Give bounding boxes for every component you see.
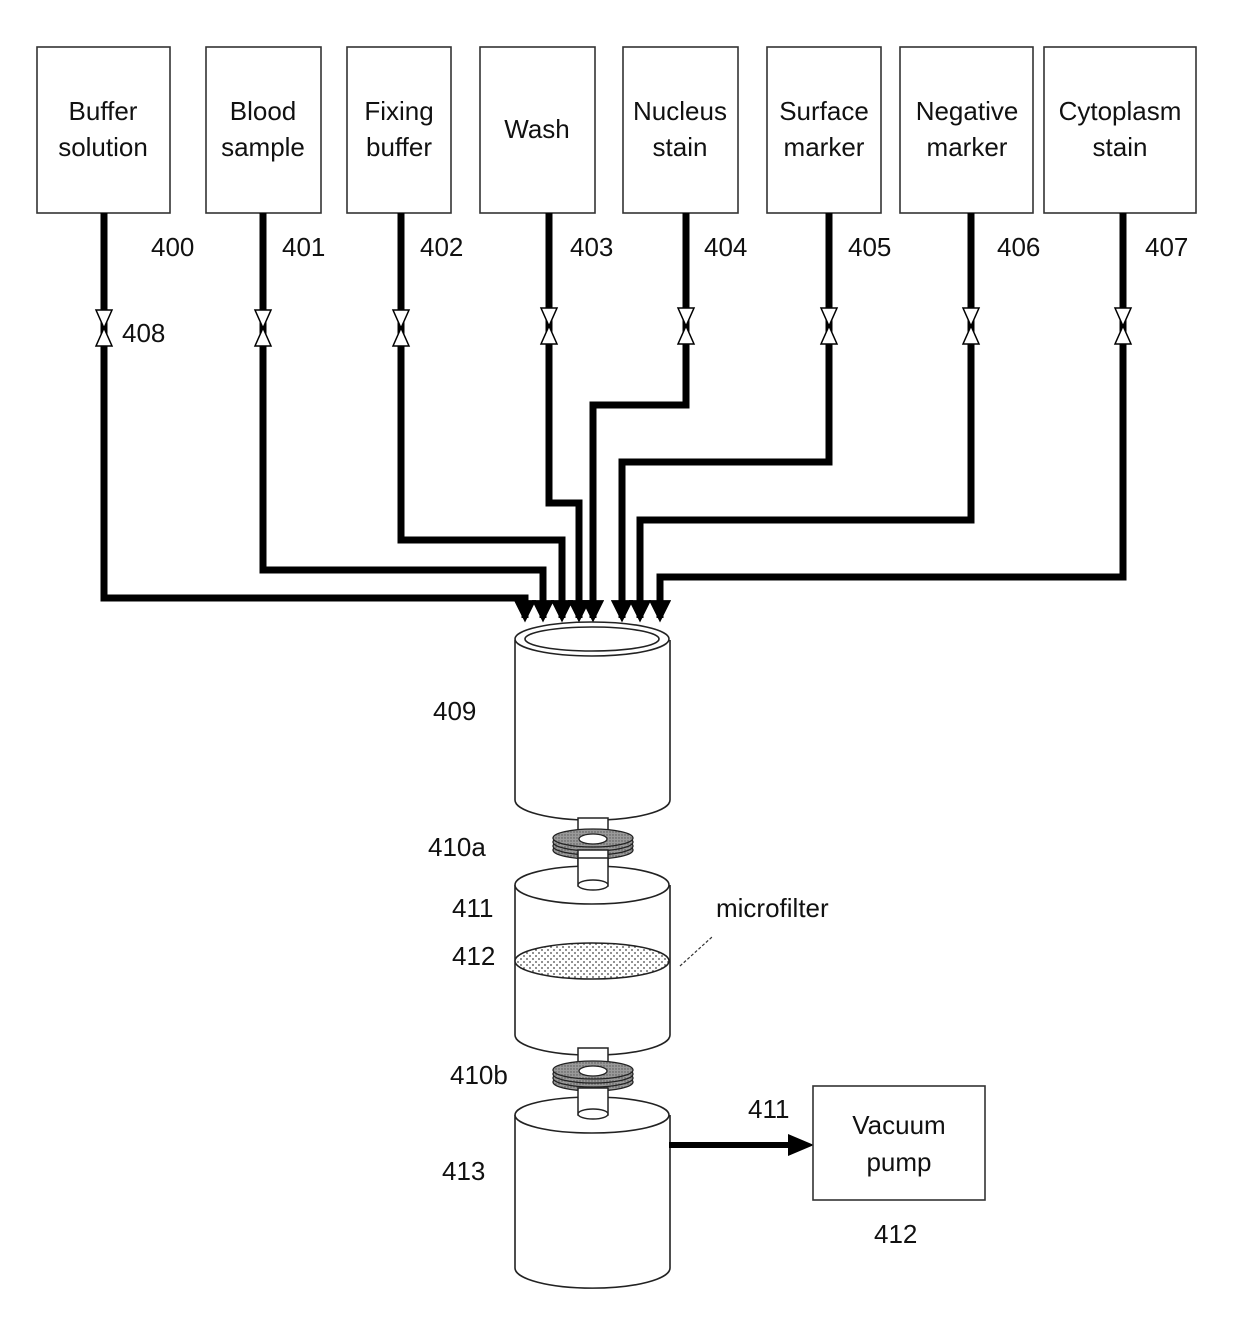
reservoir-wash: Wash bbox=[479, 46, 596, 214]
pipe-406 bbox=[628, 213, 975, 623]
pipe-405 bbox=[610, 213, 833, 623]
reservoir-box bbox=[346, 46, 452, 214]
reservoir-box bbox=[899, 46, 1034, 214]
vacuum-pump: Vacuum pump 412 bbox=[812, 1085, 986, 1249]
reservoir-box bbox=[766, 46, 882, 214]
reservoir-box bbox=[1043, 46, 1197, 214]
vacuum-pump-label-line1: Vacuum bbox=[852, 1110, 945, 1140]
reservoir-label-line2: solution bbox=[58, 132, 148, 162]
pipe-407 bbox=[648, 213, 1127, 623]
ref-402: 402 bbox=[420, 232, 463, 262]
microfilter-label: microfilter bbox=[716, 893, 829, 923]
reservoir-label-line1: Nucleus bbox=[633, 96, 727, 126]
reservoir-label-line1: Wash bbox=[504, 114, 570, 144]
reservoir-label-line1: Buffer bbox=[69, 96, 138, 126]
mixing-chamber: 409 bbox=[433, 621, 671, 821]
collection-vessel: 413 bbox=[442, 1087, 671, 1289]
reservoir-label-line1: Fixing bbox=[364, 96, 433, 126]
reservoir-label-line1: Surface bbox=[779, 96, 869, 126]
ref-407: 407 bbox=[1145, 232, 1188, 262]
valves bbox=[94, 307, 1133, 347]
ref-406: 406 bbox=[997, 232, 1040, 262]
line-refs: 400 401 402 403 404 405 406 407 408 bbox=[122, 232, 1188, 348]
reservoir-nucleus-stain: Nucleus stain bbox=[622, 46, 739, 214]
reservoir-label-line1: Blood bbox=[230, 96, 297, 126]
valve-icon[interactable] bbox=[253, 309, 273, 347]
ref-412: 412 bbox=[452, 941, 495, 971]
ref-410a: 410a bbox=[428, 832, 486, 862]
reservoir-fixing-buffer: Fixing buffer bbox=[346, 46, 452, 214]
ref-408: 408 bbox=[122, 318, 165, 348]
reservoir-label-line2: sample bbox=[221, 132, 305, 162]
reservoir-label-line2: marker bbox=[927, 132, 1008, 162]
valve-icon[interactable] bbox=[539, 307, 559, 345]
fluidic-diagram: Buffer solution Blood sample Fixing buff… bbox=[36, 46, 1197, 1289]
vacuum-line: 411 bbox=[669, 1094, 814, 1156]
ref-401: 401 bbox=[282, 232, 325, 262]
vacuum-pump-label-line2: pump bbox=[866, 1147, 931, 1177]
pipe-402 bbox=[397, 213, 574, 623]
reservoir-box bbox=[36, 46, 171, 214]
reservoir-box bbox=[622, 46, 739, 214]
reservoir-label-line2: stain bbox=[653, 132, 708, 162]
valve-icon[interactable] bbox=[1113, 307, 1133, 345]
ref-vacuum-pump: 412 bbox=[874, 1219, 917, 1249]
reservoir-label-line1: Negative bbox=[916, 96, 1019, 126]
pipes bbox=[100, 213, 1127, 623]
ref-400: 400 bbox=[151, 232, 194, 262]
valve-icon[interactable] bbox=[391, 309, 411, 347]
arrow-right-icon bbox=[788, 1134, 814, 1156]
microfilter-membrane bbox=[514, 942, 670, 980]
reservoir-label-line1: Cytoplasm bbox=[1059, 96, 1182, 126]
reservoir-label-line2: stain bbox=[1093, 132, 1148, 162]
valve-icon[interactable] bbox=[961, 307, 981, 345]
reservoir-surface-marker: Surface marker bbox=[766, 46, 882, 214]
ref-411: 411 bbox=[452, 893, 493, 923]
ref-410b: 410b bbox=[450, 1060, 508, 1090]
reservoir-buffer-solution: Buffer solution bbox=[36, 46, 171, 214]
ref-409: 409 bbox=[433, 696, 476, 726]
reservoir-label-line2: marker bbox=[784, 132, 865, 162]
ref-vacuum-line: 411 bbox=[748, 1094, 789, 1124]
reservoir-cytoplasm-stain: Cytoplasm stain bbox=[1043, 46, 1197, 214]
ref-405: 405 bbox=[848, 232, 891, 262]
valve-icon[interactable] bbox=[676, 307, 696, 345]
vacuum-pump-box bbox=[812, 1085, 986, 1201]
filter-housing: 411 412 microfilter bbox=[452, 857, 829, 1056]
reservoir-blood-sample: Blood sample bbox=[205, 46, 322, 214]
ref-404: 404 bbox=[704, 232, 747, 262]
valve-icon[interactable] bbox=[819, 307, 839, 345]
valve-icon[interactable] bbox=[94, 309, 114, 347]
connector-b: 410b bbox=[450, 1047, 634, 1092]
ref-413: 413 bbox=[442, 1156, 485, 1186]
pipe-400 bbox=[100, 213, 537, 623]
reservoir-negative-marker: Negative marker bbox=[899, 46, 1034, 214]
reservoirs: Buffer solution Blood sample Fixing buff… bbox=[36, 46, 1197, 214]
ref-403: 403 bbox=[570, 232, 613, 262]
reservoir-label-line2: buffer bbox=[366, 132, 432, 162]
reservoir-box bbox=[205, 46, 322, 214]
